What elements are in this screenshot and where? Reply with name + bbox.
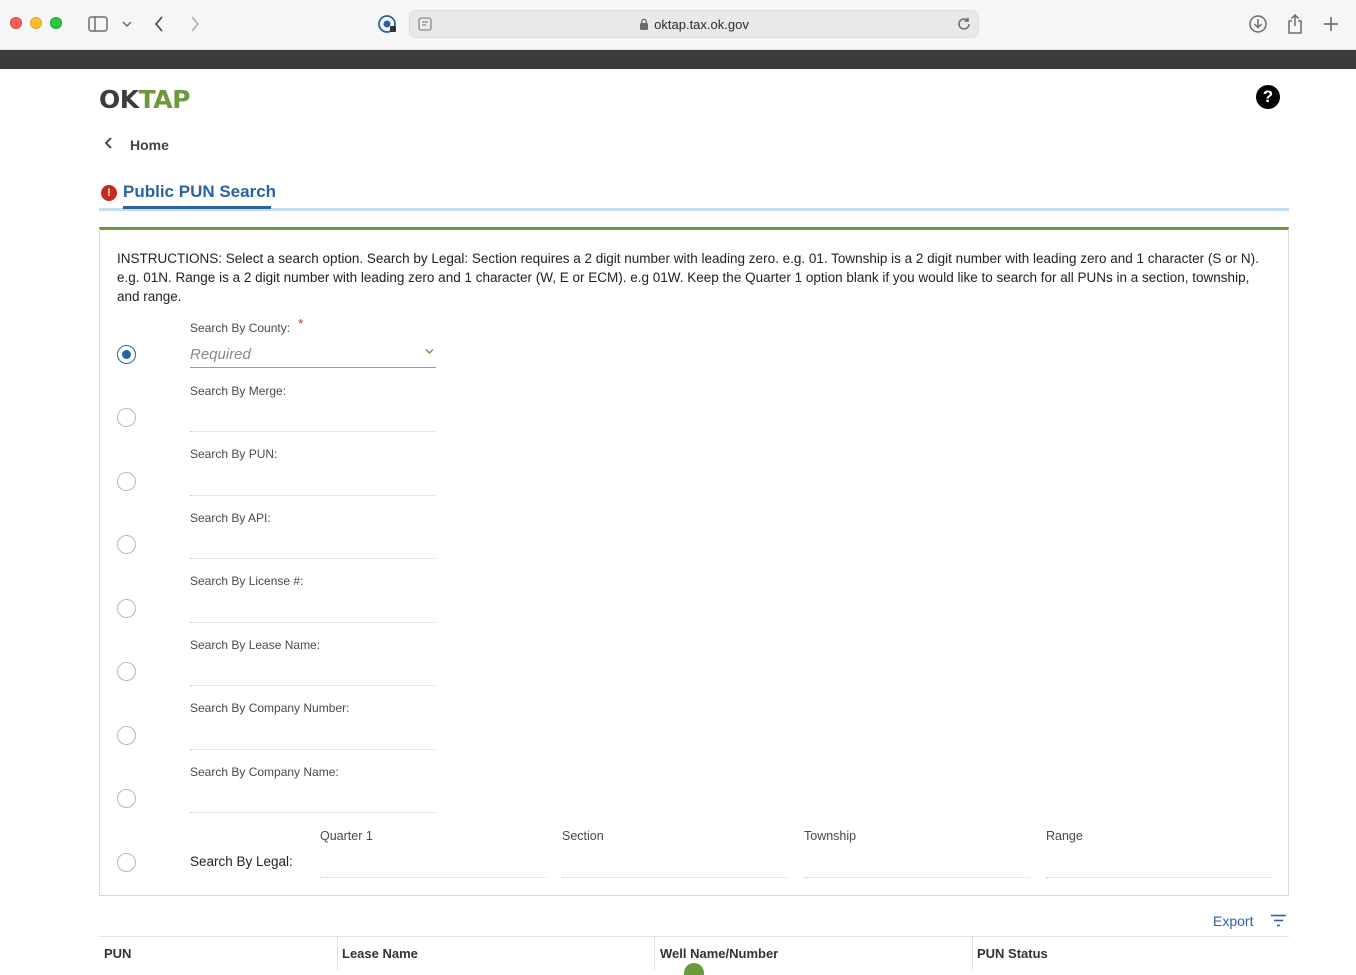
error-icon: !	[101, 185, 117, 201]
pun-label: Search By PUN:	[190, 447, 278, 461]
radio-search-by-company-name[interactable]	[117, 789, 136, 808]
township-input[interactable]	[804, 856, 1030, 878]
minimize-window-button[interactable]	[30, 17, 42, 29]
address-bar[interactable]: oktap.tax.ok.gov	[409, 10, 979, 38]
zoom-window-button[interactable]	[50, 17, 62, 29]
search-form-card: INSTRUCTIONS: Select a search option. Se…	[99, 227, 1289, 896]
radio-search-by-company-number[interactable]	[117, 726, 136, 745]
company-name-input[interactable]	[190, 789, 436, 813]
back-to-home-link[interactable]: Home	[104, 136, 169, 154]
instructions-text: INSTRUCTIONS: Select a search option. Se…	[117, 251, 1259, 304]
pun-input[interactable]	[190, 472, 436, 496]
oktap-logo[interactable]: OK TAP	[99, 82, 190, 112]
column-divider	[654, 937, 655, 970]
sidebar-toggle-icon[interactable]	[87, 12, 109, 36]
page-title[interactable]: Public PUN Search	[123, 182, 276, 202]
county-label: Search By County: *	[190, 316, 304, 335]
share-icon[interactable]	[1285, 12, 1305, 36]
lease-name-label: Search By Lease Name:	[190, 638, 321, 652]
help-icon[interactable]: ?	[1256, 85, 1280, 109]
url-text: oktap.tax.ok.gov	[654, 17, 749, 32]
company-name-label: Search By Company Name:	[190, 765, 339, 779]
lease-name-input[interactable]	[190, 662, 436, 686]
column-header-pun[interactable]: PUN	[104, 946, 131, 961]
radio-search-by-merge[interactable]	[117, 408, 136, 427]
chevron-down-icon	[425, 347, 434, 358]
section-label: Section	[562, 829, 604, 843]
column-divider	[972, 937, 973, 970]
county-select[interactable]: Required	[190, 342, 436, 368]
filter-icon[interactable]	[1270, 914, 1287, 932]
new-tab-plus-icon[interactable]	[1321, 12, 1341, 36]
section-input[interactable]	[562, 856, 788, 878]
back-arrow-icon[interactable]	[150, 12, 168, 36]
township-label: Township	[804, 829, 857, 843]
range-input[interactable]	[1046, 856, 1272, 878]
active-tab-underline	[123, 206, 271, 209]
legal-label: Search By Legal:	[190, 854, 293, 869]
merge-label: Search By Merge:	[190, 384, 287, 398]
column-header-lease-name[interactable]: Lease Name	[342, 946, 418, 961]
license-label: Search By License #:	[190, 574, 304, 588]
radio-search-by-county[interactable]	[117, 345, 136, 364]
radio-search-by-api[interactable]	[117, 535, 136, 554]
api-input[interactable]	[190, 535, 436, 559]
quarter1-input[interactable]	[320, 856, 546, 878]
license-input[interactable]	[190, 599, 436, 623]
chevron-left-icon	[104, 136, 122, 155]
browser-toolbar: oktap.tax.ok.gov	[0, 0, 1356, 50]
county-select-placeholder: Required	[190, 346, 251, 363]
tab-group-chevron-down-icon[interactable]	[120, 12, 134, 36]
lock-icon	[639, 18, 649, 33]
back-label: Home	[130, 137, 169, 153]
export-link[interactable]: Export	[1213, 913, 1253, 929]
close-window-button[interactable]	[10, 17, 22, 29]
page-title-tab: ! Public PUN Search	[99, 180, 1289, 211]
radio-search-by-pun[interactable]	[117, 472, 136, 491]
radio-search-by-legal[interactable]	[117, 853, 136, 872]
company-number-input[interactable]	[190, 726, 436, 750]
quarter1-label: Quarter 1	[320, 829, 373, 843]
password-manager-icon[interactable]	[376, 12, 398, 36]
required-asterisk: *	[298, 316, 304, 331]
radio-search-by-license[interactable]	[117, 599, 136, 618]
radio-search-by-lease-name[interactable]	[117, 662, 136, 681]
column-header-pun-status[interactable]: PUN Status	[977, 946, 1048, 961]
range-label: Range	[1046, 829, 1083, 843]
column-header-well-name[interactable]: Well Name/Number	[660, 946, 778, 961]
forward-arrow-icon[interactable]	[186, 12, 204, 36]
site-top-bar	[0, 50, 1356, 69]
downloads-icon[interactable]	[1247, 12, 1269, 36]
reload-icon[interactable]	[956, 16, 972, 37]
merge-input[interactable]	[190, 408, 436, 432]
api-label: Search By API:	[190, 511, 271, 525]
column-divider	[337, 937, 338, 970]
company-number-label: Search By Company Number:	[190, 701, 350, 715]
